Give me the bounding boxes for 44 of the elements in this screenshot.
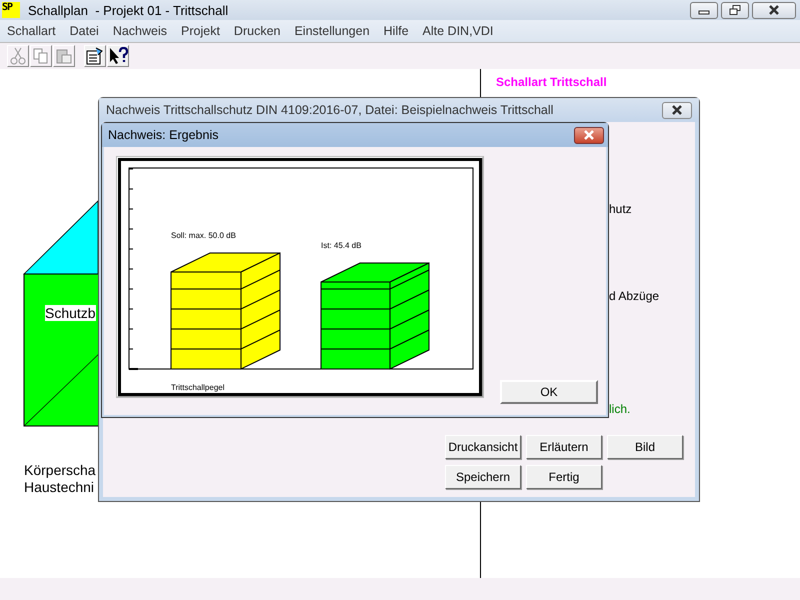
properties-icon	[86, 47, 104, 65]
help-pointer-icon	[108, 47, 128, 65]
help-button[interactable]	[107, 45, 129, 67]
dialog-title: Nachweis Trittschallschutz DIN 4109:2016-07, Datei: Beispielnachweis Trittschall	[106, 103, 554, 117]
info-text: d Abzüge	[609, 289, 660, 303]
note-text: Körperscha	[24, 462, 96, 479]
dialog-button[interactable]: Speichern	[445, 465, 521, 489]
note-text: Haustechni	[24, 479, 96, 496]
close-icon	[768, 5, 780, 15]
copy-icon	[33, 48, 49, 64]
menu-item[interactable]: Hilfe	[376, 24, 416, 38]
menu-item[interactable]: Einstellungen	[287, 24, 377, 38]
ok-button[interactable]: OK	[500, 380, 598, 404]
dialog-button[interactable]: Fertig	[526, 465, 602, 489]
clipboard-icon	[56, 48, 72, 64]
close-icon	[583, 130, 595, 140]
menu-item[interactable]: Schallart	[0, 24, 63, 38]
menu-item[interactable]: Alte DIN,VDI	[416, 24, 500, 38]
bar-label: Ist: 45.4 dB	[321, 241, 362, 250]
close-button[interactable]	[662, 102, 692, 118]
close-button[interactable]	[574, 126, 604, 144]
info-text: lich.	[609, 402, 630, 416]
axis-label: Trittschallpegel	[171, 383, 225, 392]
block-label: Schutzb	[45, 305, 96, 321]
dialog-button[interactable]: Druckansicht	[445, 435, 521, 459]
menu-item[interactable]: Projekt	[174, 24, 227, 38]
restore-icon	[729, 5, 741, 15]
window-title: Schallplan - Projekt 01 - Trittschall	[28, 2, 228, 18]
dialog-title: Nachweis: Ergebnis	[108, 128, 218, 142]
menu-item[interactable]: Drucken	[226, 24, 288, 38]
bar-label: Soll: max. 50.0 dB	[171, 231, 236, 240]
close-button[interactable]	[752, 2, 796, 18]
restore-button[interactable]	[721, 2, 749, 18]
info-text: hutz	[609, 202, 632, 216]
app-logo: SP	[2, 2, 20, 18]
close-icon	[671, 105, 683, 115]
menu-item[interactable]: Datei	[62, 24, 106, 38]
properties-button[interactable]	[84, 45, 106, 67]
minimize-button[interactable]	[690, 2, 718, 18]
dialog-button[interactable]: Bild	[607, 435, 683, 459]
dialog-button[interactable]: Erläutern	[526, 435, 602, 459]
scissors-icon	[10, 47, 26, 65]
menu-item[interactable]: Nachweis	[106, 24, 174, 38]
section-heading: Schallart Trittschall	[496, 75, 607, 89]
